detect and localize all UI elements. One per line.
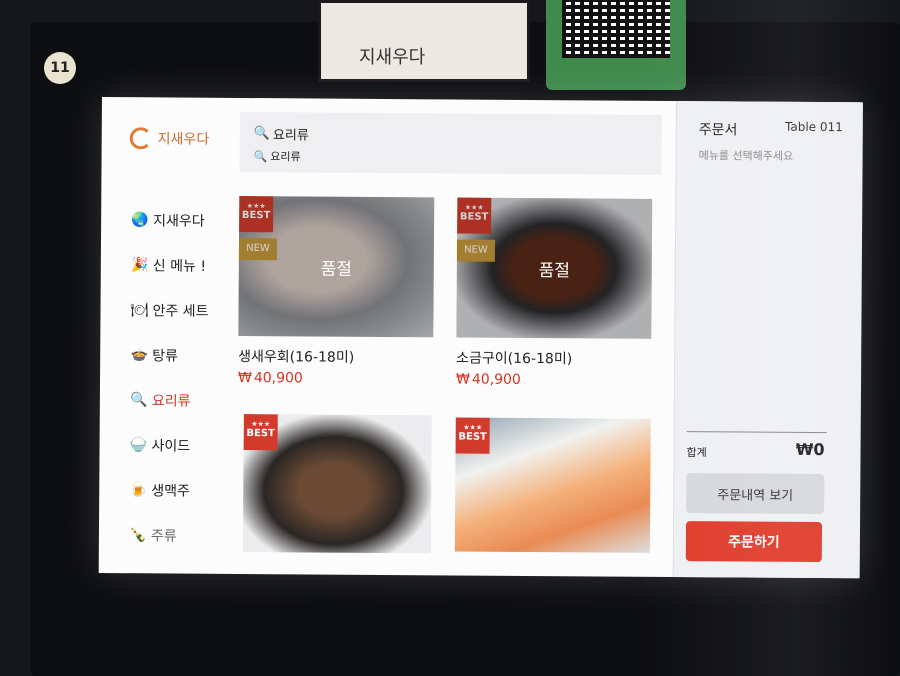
menu-image-grill-platter: ★★★ BEST <box>242 413 432 554</box>
price-value: 40,900 <box>471 371 521 388</box>
sidebar-item-jisaeuda[interactable]: 🌏 지새우다 <box>131 197 209 243</box>
bowl-icon: 🍚 <box>129 436 148 453</box>
table-label: Table 011 <box>785 119 843 135</box>
best-badge: ★★★ BEST <box>243 413 278 451</box>
menu-image-salt-grilled-shrimp: ★★★ BEST NEW 품절 <box>456 197 653 339</box>
search-icon: 🔍 <box>130 391 148 408</box>
search-icon: 🔍 <box>253 149 268 163</box>
order-history-button[interactable]: 주문내역 보기 <box>686 473 825 515</box>
bottle-icon: 🍾 <box>129 526 147 543</box>
search-icon: 🔍 <box>253 126 270 142</box>
currency-symbol: ₩ <box>455 371 470 388</box>
total-label: 합계 <box>686 446 707 460</box>
category-subtitle-text: 요리류 <box>270 150 301 164</box>
soldout-label: 품절 <box>456 197 653 339</box>
best-label: BEST <box>246 428 275 440</box>
sidebar-item-label: 탕류 <box>152 347 179 365</box>
logo-text: 지새우다 <box>157 131 210 148</box>
party-icon: 🎉 <box>131 256 149 273</box>
table-number-badge: 11 <box>44 52 76 84</box>
category-subtitle: 🔍 요리류 <box>254 148 301 164</box>
kiosk-screen: 지새우다 🌏 지새우다 🎉 신 메뉴 ! 🍽 안주 세트 🍲 탕류 🔍 요리류 <box>98 97 863 579</box>
order-hint: 메뉴를 선택해주세요 <box>698 149 794 163</box>
qr-code-stand <box>546 0 686 90</box>
category-title-text: 요리류 <box>272 128 309 144</box>
menu-card[interactable]: ★★★ BEST <box>454 417 651 553</box>
sidebar-item-label: 사이드 <box>151 437 191 455</box>
sidebar-item-label: 안주 세트 <box>152 302 209 320</box>
divider <box>686 431 827 434</box>
menu-card[interactable]: ★★★ BEST NEW 품절 소금구이(16-18미) ₩40,900 <box>456 197 653 388</box>
category-header[interactable]: 🔍 요리류 🔍 요리류 <box>239 111 662 175</box>
menu-image-fried-shrimp: ★★★ BEST <box>454 417 651 553</box>
sidebar-item-draft-beer[interactable]: 🍺 생맥주 <box>129 467 207 513</box>
store-sign: 지새우다 <box>318 0 530 82</box>
sidebar-item-side[interactable]: 🍚 사이드 <box>129 422 207 468</box>
category-title: 🔍 요리류 <box>254 124 309 143</box>
plate-icon: 🍽 <box>130 301 149 318</box>
shrimp-logo-icon <box>129 127 152 150</box>
menu-item-price: ₩40,900 <box>238 370 433 387</box>
pot-icon: 🍲 <box>130 346 148 363</box>
menu-image-raw-shrimp: ★★★ BEST NEW 품절 <box>238 195 435 338</box>
sidebar-item-label: 신 메뉴 ! <box>152 257 207 275</box>
store-sign-logo: 지새우다 <box>359 47 426 68</box>
sidebar: 지새우다 🌏 지새우다 🎉 신 메뉴 ! 🍽 안주 세트 🍲 탕류 🔍 요리류 <box>99 97 232 574</box>
sidebar-item-dishes[interactable]: 🔍 요리류 <box>130 377 208 423</box>
order-title: 주문서 <box>698 122 738 139</box>
order-panel: 주문서 Table 011 메뉴를 선택해주세요 합계 ₩0 주문내역 보기 주… <box>672 101 863 579</box>
sidebar-item-label: 주류 <box>150 527 177 545</box>
best-badge: ★★★ BEST <box>455 417 490 454</box>
sidebar-item-label: 생맥주 <box>151 482 190 500</box>
app-logo[interactable]: 지새우다 <box>129 127 210 150</box>
sidebar-item-label: 지새우다 <box>153 212 205 230</box>
sidebar-item-soup[interactable]: 🍲 탕류 <box>130 332 208 378</box>
currency-symbol: ₩ <box>237 369 252 387</box>
menu-card[interactable]: ★★★ BEST <box>242 413 439 554</box>
soldout-label: 품절 <box>238 195 435 338</box>
price-value: 40,900 <box>253 370 303 387</box>
category-nav: 🌏 지새우다 🎉 신 메뉴 ! 🍽 안주 세트 🍲 탕류 🔍 요리류 🍚 사이드… <box>129 197 209 558</box>
sidebar-item-label: 요리류 <box>151 392 191 410</box>
menu-item-price: ₩40,900 <box>456 371 651 388</box>
sidebar-item-liquor[interactable]: 🍾 주류 <box>129 512 207 558</box>
menu-card[interactable]: ★★★ BEST NEW 품절 생새우회(16-18미) ₩40,900 <box>238 195 435 387</box>
sidebar-item-new-menu[interactable]: 🎉 신 메뉴 ! <box>131 242 209 288</box>
sidebar-item-anju-set[interactable]: 🍽 안주 세트 <box>130 287 209 333</box>
best-stars: ★★★ <box>463 423 483 432</box>
best-stars: ★★★ <box>251 420 271 429</box>
menu-grid: ★★★ BEST NEW 품절 생새우회(16-18미) ₩40,900 ★★★… <box>238 195 679 554</box>
beer-icon: 🍺 <box>129 481 148 498</box>
best-label: BEST <box>458 431 487 443</box>
globe-icon: 🌏 <box>131 211 149 228</box>
total-value: ₩0 <box>795 439 825 460</box>
qr-code-icon <box>562 0 670 58</box>
place-order-button[interactable]: 주문하기 <box>685 521 823 563</box>
menu-item-name: 생새우회(16-18미) <box>238 348 355 366</box>
menu-item-name: 소금구이(16-18미) <box>456 350 573 368</box>
